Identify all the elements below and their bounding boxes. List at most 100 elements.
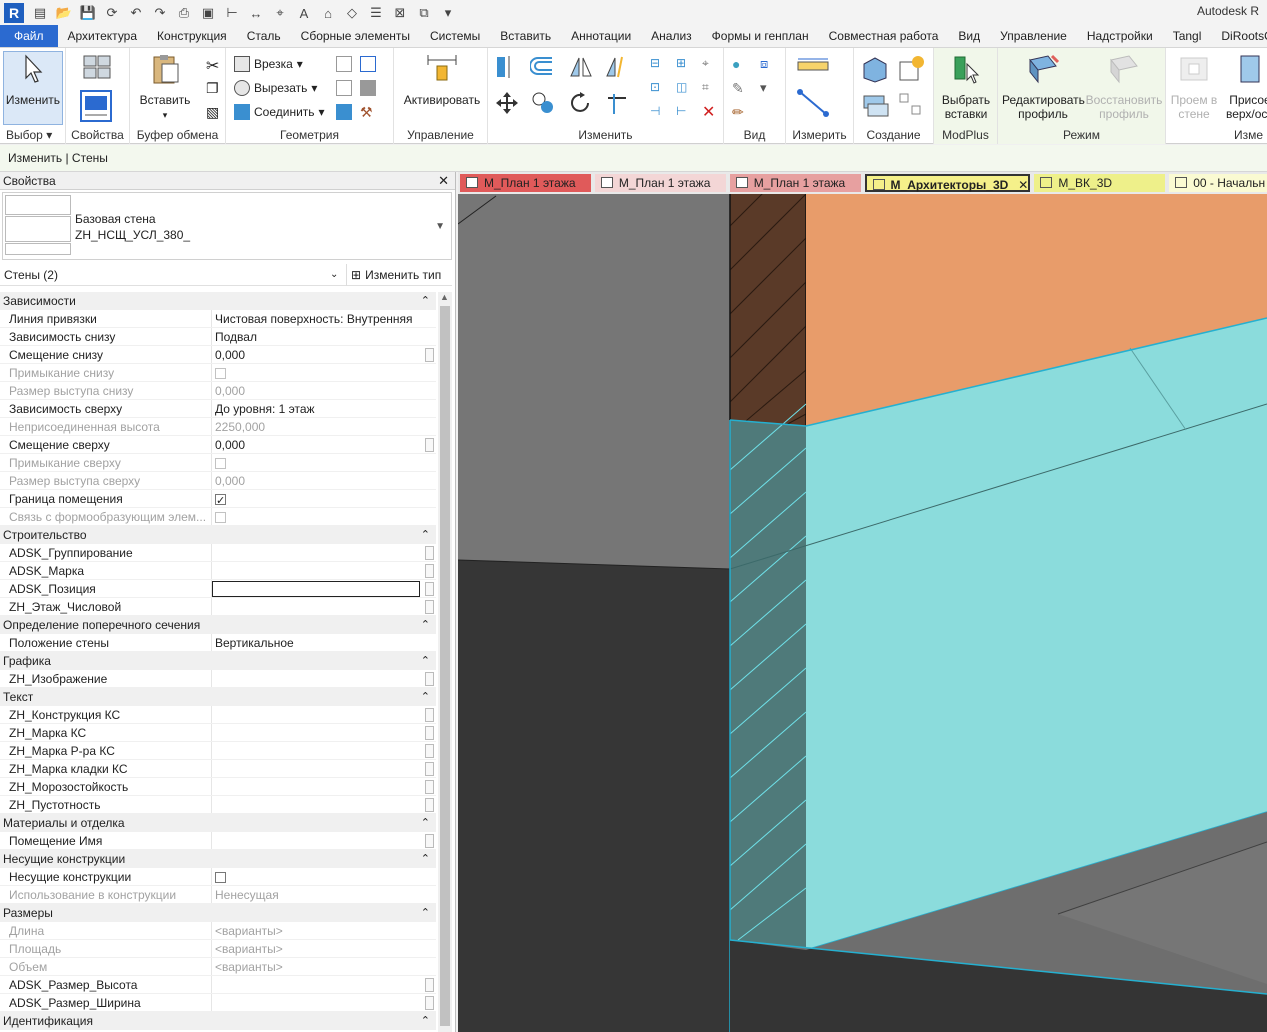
- home-icon[interactable]: ▤: [31, 4, 49, 22]
- collapse-icon[interactable]: ⌃: [421, 904, 430, 922]
- undo-icon[interactable]: ↶: [127, 4, 145, 22]
- unpin-icon[interactable]: ⌗: [702, 80, 718, 96]
- text-icon[interactable]: A: [295, 4, 313, 22]
- view-tab[interactable]: М_План 1 этажа: [594, 174, 726, 192]
- scroll-up-icon[interactable]: ▲: [440, 292, 449, 302]
- create-parts-icon[interactable]: [896, 54, 926, 84]
- property-value[interactable]: Вертикальное: [212, 634, 422, 651]
- pin-icon[interactable]: ⌖: [702, 56, 718, 72]
- array-icon[interactable]: ⊡: [650, 80, 666, 96]
- property-row[interactable]: Линия привязки Чистовая поверхность: Внут…: [0, 310, 436, 328]
- type-selector[interactable]: Базовая стена ZH_НСЩ_УСЛ_380_ ▼: [2, 192, 452, 260]
- tab-file[interactable]: Файл: [0, 25, 58, 47]
- property-row[interactable]: Зависимость сверху До уровня: 1 этаж: [0, 400, 436, 418]
- associate-parameter-button[interactable]: [425, 708, 434, 722]
- split-icon[interactable]: ⊟: [650, 56, 666, 72]
- collapse-icon[interactable]: ⌃: [421, 850, 430, 868]
- chevron-down-icon[interactable]: ▼: [435, 221, 445, 232]
- tab-insert[interactable]: Вставить: [490, 25, 561, 47]
- join-button[interactable]: Соединить ▾: [234, 104, 325, 120]
- property-row[interactable]: ADSK_Размер_Высота: [0, 976, 436, 994]
- 3d-viewport[interactable]: [458, 194, 1267, 1032]
- associate-parameter-button[interactable]: [425, 834, 434, 848]
- measure-between-icon[interactable]: [796, 56, 836, 76]
- mirror-axis-icon[interactable]: [568, 54, 594, 80]
- view-tab[interactable]: М_План 1 этажа: [460, 174, 591, 192]
- collapse-icon[interactable]: ⌃: [421, 292, 430, 310]
- property-value[interactable]: [212, 598, 422, 615]
- property-row[interactable]: Смещение сверху 0,000: [0, 436, 436, 454]
- property-checkbox[interactable]: [215, 872, 226, 883]
- properties-scrollbar[interactable]: ▲: [438, 292, 452, 1032]
- hide-icon[interactable]: ✎: [732, 80, 748, 96]
- property-value[interactable]: 0,000: [212, 436, 422, 453]
- tab-architecture[interactable]: Архитектура: [58, 25, 148, 47]
- tab-manage[interactable]: Управление: [990, 25, 1077, 47]
- offset-icon[interactable]: [530, 54, 556, 80]
- delete-icon[interactable]: ✕: [702, 102, 718, 121]
- cope-button[interactable]: Врезка ▾: [234, 56, 303, 72]
- tab-steel[interactable]: Сталь: [237, 25, 291, 47]
- property-row[interactable]: ZH_Конструкция КС: [0, 706, 436, 724]
- copy-icon[interactable]: ❐: [206, 80, 222, 96]
- property-row[interactable]: ADSK_Марка: [0, 562, 436, 580]
- print-icon[interactable]: ⎙: [175, 4, 193, 22]
- property-row[interactable]: ZH_Этаж_Числовой: [0, 598, 436, 616]
- tag-icon[interactable]: ⌖: [271, 4, 289, 22]
- wall-joins-icon[interactable]: [336, 56, 352, 72]
- hammer-icon[interactable]: ⚒: [360, 104, 376, 120]
- associate-parameter-button[interactable]: [425, 978, 434, 992]
- property-value[interactable]: [212, 832, 422, 849]
- associate-parameter-button[interactable]: [425, 780, 434, 794]
- split-face-icon[interactable]: [360, 56, 376, 72]
- property-value[interactable]: [212, 868, 422, 885]
- property-row[interactable]: ADSK_Позиция: [0, 580, 436, 598]
- associate-parameter-button[interactable]: [425, 546, 434, 560]
- property-value[interactable]: 0,000: [212, 346, 422, 363]
- property-value[interactable]: [212, 778, 422, 795]
- chevron-down-icon[interactable]: ⌄: [330, 264, 338, 286]
- revit-logo[interactable]: R: [4, 3, 24, 23]
- open-icon[interactable]: 📂: [55, 4, 73, 22]
- associate-parameter-button[interactable]: [425, 798, 434, 812]
- cut-icon[interactable]: ✂: [206, 56, 222, 75]
- property-row[interactable]: Помещение Имя: [0, 832, 436, 850]
- collapse-icon[interactable]: ⌃: [421, 526, 430, 544]
- property-row[interactable]: ZH_Морозостойкость: [0, 778, 436, 796]
- print-icon[interactable]: ▣: [199, 4, 217, 22]
- property-row[interactable]: ZH_Пустотность: [0, 796, 436, 814]
- match-type-icon[interactable]: ▧: [206, 104, 222, 120]
- create-assembly-icon[interactable]: [860, 54, 890, 84]
- scale-icon[interactable]: ◫: [676, 80, 692, 96]
- property-checkbox[interactable]: [215, 492, 226, 507]
- tab-addins[interactable]: Надстройки: [1077, 25, 1163, 47]
- property-value[interactable]: [212, 562, 422, 579]
- view-tab[interactable]: М_План 1 этажа: [729, 174, 861, 192]
- home-3d-icon[interactable]: ⌂: [319, 4, 337, 22]
- property-value[interactable]: [212, 796, 422, 813]
- section-icon[interactable]: ◇: [343, 4, 361, 22]
- measure-icon[interactable]: ⊢: [223, 4, 241, 22]
- unjoin-icon[interactable]: [336, 80, 352, 96]
- property-value-input[interactable]: [212, 581, 420, 597]
- linework-icon[interactable]: ▾: [760, 80, 776, 96]
- tab-view[interactable]: Вид: [948, 25, 990, 47]
- trim-extend-multiple-icon[interactable]: ⊢: [676, 104, 692, 120]
- property-value[interactable]: [212, 760, 422, 777]
- tab-structure[interactable]: Конструкция: [147, 25, 237, 47]
- property-value[interactable]: [212, 670, 422, 687]
- property-group-header[interactable]: Идентификация ⌃: [0, 1012, 436, 1030]
- close-icon[interactable]: ✕: [1018, 178, 1028, 192]
- activate-button[interactable]: Активировать: [400, 52, 484, 107]
- property-row[interactable]: Несущие конструкции: [0, 868, 436, 886]
- property-row[interactable]: Зависимость снизу Подвал: [0, 328, 436, 346]
- select-inserts-button[interactable]: Выбрать вставки: [936, 52, 996, 121]
- similar-icon[interactable]: [896, 90, 926, 120]
- tab-analyze[interactable]: Анализ: [641, 25, 702, 47]
- property-value[interactable]: Подвал: [212, 328, 422, 345]
- property-row[interactable]: Положение стены Вертикальное: [0, 634, 436, 652]
- tab-tangl[interactable]: Tangl: [1163, 25, 1212, 47]
- customize-icon[interactable]: ▾: [439, 4, 457, 22]
- move-icon[interactable]: [494, 90, 520, 116]
- light-icon[interactable]: ●: [732, 56, 748, 72]
